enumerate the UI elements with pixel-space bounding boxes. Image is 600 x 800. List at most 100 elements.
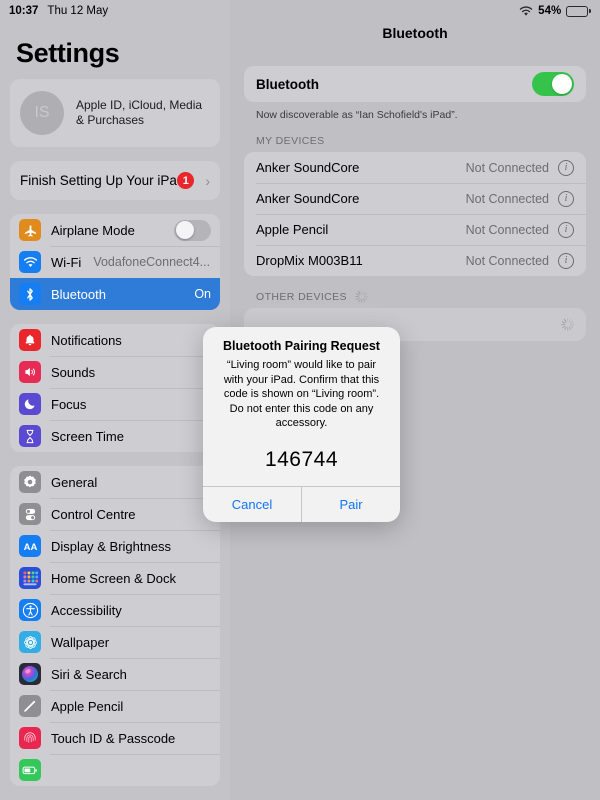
speaker-icon bbox=[19, 361, 41, 383]
sidebar-item-label: Bluetooth bbox=[51, 286, 106, 302]
moon-icon bbox=[19, 393, 41, 415]
table-row[interactable]: Apple Pencil Not Connected i bbox=[244, 214, 586, 245]
sidebar-item-label: Home Screen & Dock bbox=[51, 570, 176, 586]
apple-id-line1: Apple ID, iCloud, Media bbox=[76, 98, 203, 112]
apple-id-line2: & Purchases bbox=[76, 113, 145, 127]
info-icon[interactable]: i bbox=[558, 190, 574, 207]
sidebar-item-wi-fi[interactable]: Wi-Fi VodafoneConnect4... bbox=[10, 246, 220, 278]
ipad-settings-screen: 10:37 Thu 12 May 54% Settings IS Apple I… bbox=[0, 0, 600, 800]
sidebar-item-screen-time[interactable]: Screen Time bbox=[10, 420, 220, 452]
pairing-code: 146744 bbox=[264, 447, 339, 471]
avatar: IS bbox=[20, 91, 64, 135]
activity-spinner-icon bbox=[561, 318, 575, 331]
device-name: DropMix M003B11 bbox=[256, 253, 363, 268]
svg-text:AA: AA bbox=[23, 542, 37, 553]
sidebar-item-home-screen-dock[interactable]: Home Screen & Dock bbox=[10, 562, 220, 594]
status-badge: 1 bbox=[177, 172, 195, 189]
apple-id-row[interactable]: IS Apple ID, iCloud, Media & Purchases bbox=[10, 79, 220, 147]
my-devices-header-label: MY DEVICES bbox=[256, 135, 325, 147]
battery-icon bbox=[566, 5, 591, 17]
sidebar-item-touch-id-passcode[interactable]: Touch ID & Passcode bbox=[10, 722, 220, 754]
table-row[interactable]: DropMix M003B11 Not Connected i bbox=[244, 245, 586, 276]
detail-title: Bluetooth bbox=[382, 25, 448, 41]
hourglass-icon bbox=[19, 425, 41, 447]
sidebar-item-label: Airplane Mode bbox=[51, 222, 135, 238]
sliders-icon bbox=[19, 503, 41, 525]
sidebar-groups: Airplane Mode Wi-Fi VodafoneConnect4... Blu… bbox=[10, 214, 220, 786]
table-row[interactable]: Anker SoundCore Not Connected i bbox=[244, 152, 586, 183]
info-icon[interactable]: i bbox=[558, 159, 574, 176]
sidebar-item-siri-search[interactable]: Siri & Search bbox=[10, 658, 220, 690]
discoverable-note: Now discoverable as “Ian Schofield's iPa… bbox=[256, 109, 458, 121]
sidebar-item-notifications[interactable]: Notifications bbox=[10, 324, 220, 356]
device-name: Apple Pencil bbox=[256, 222, 329, 237]
sidebar-item-focus[interactable]: Focus bbox=[10, 388, 220, 420]
sidebar-item-accessibility[interactable]: Accessibility bbox=[10, 594, 220, 626]
wifi-icon bbox=[19, 251, 41, 273]
info-icon[interactable]: i bbox=[558, 221, 574, 238]
my-devices-header: MY DEVICES bbox=[256, 135, 586, 147]
other-devices-header-label: OTHER DEVICES bbox=[256, 290, 347, 303]
cancel-button[interactable]: Cancel bbox=[203, 487, 301, 522]
device-status: Not Connected bbox=[465, 253, 549, 268]
sidebar-item-label: General bbox=[51, 474, 98, 490]
sidebar-item-sounds[interactable]: Sounds bbox=[10, 356, 220, 388]
apple-id-card[interactable]: IS Apple ID, iCloud, Media & Purchases bbox=[10, 79, 220, 147]
fingerprint-icon bbox=[19, 727, 41, 749]
chevron-right-icon: › bbox=[205, 172, 210, 189]
gear-icon bbox=[19, 471, 41, 493]
sidebar-item-label: Apple Pencil bbox=[51, 698, 124, 714]
bluetooth-toggle[interactable] bbox=[532, 72, 574, 96]
settings-sidebar: Settings IS Apple ID, iCloud, Media & Pu… bbox=[0, 0, 230, 800]
sidebar-item-apple-pencil[interactable]: Apple Pencil bbox=[10, 690, 220, 722]
sidebar-item-label: Wi-Fi bbox=[51, 254, 82, 270]
bluetooth-pairing-dialog: Bluetooth Pairing Request “Living room” … bbox=[203, 327, 400, 522]
status-bar-right: 54% bbox=[519, 5, 600, 17]
bell-icon bbox=[19, 329, 41, 351]
finish-setup-card[interactable]: Finish Setting Up Your iPad 1 › bbox=[10, 161, 220, 200]
sidebar-item-item[interactable] bbox=[10, 754, 220, 786]
wallpaper-icon bbox=[19, 631, 41, 653]
status-bar-left: 10:37 Thu 12 May bbox=[0, 5, 108, 17]
apple-id-label: Apple ID, iCloud, Media & Purchases bbox=[76, 98, 202, 128]
device-name: Anker SoundCore bbox=[256, 160, 360, 175]
table-row[interactable]: Anker SoundCore Not Connected i bbox=[244, 183, 586, 214]
status-date: Thu 12 May bbox=[47, 5, 109, 17]
dialog-body: Bluetooth Pairing Request “Living room” … bbox=[203, 327, 400, 486]
sidebar-item-value: VodafoneConnect4... bbox=[93, 255, 211, 269]
bluetooth-toggle-row[interactable]: Bluetooth bbox=[244, 66, 586, 102]
sidebar-item-label: Screen Time bbox=[51, 428, 124, 444]
page-title: Settings bbox=[16, 38, 120, 68]
bluetooth-toggle-card: Bluetooth bbox=[244, 66, 586, 102]
sidebar-item-general[interactable]: General bbox=[10, 466, 220, 498]
bluetooth-icon bbox=[19, 283, 41, 305]
sidebar-group: Airplane Mode Wi-Fi VodafoneConnect4... Blu… bbox=[10, 214, 220, 310]
sidebar-item-label: Control Centre bbox=[51, 506, 136, 522]
sidebar-item-label: Wallpaper bbox=[51, 634, 110, 650]
sidebar-item-airplane-mode[interactable]: Airplane Mode bbox=[10, 214, 220, 246]
bluetooth-label: Bluetooth bbox=[256, 76, 319, 92]
pair-button[interactable]: Pair bbox=[301, 486, 400, 522]
sidebar-item-wallpaper[interactable]: Wallpaper bbox=[10, 626, 220, 658]
info-icon[interactable]: i bbox=[558, 252, 574, 269]
pencil-icon bbox=[19, 695, 41, 717]
airplane-mode-toggle[interactable] bbox=[174, 219, 211, 241]
finish-setup-label: Finish Setting Up Your iPad bbox=[20, 173, 185, 188]
accessibility-icon bbox=[19, 599, 41, 621]
dialog-title: Bluetooth Pairing Request bbox=[223, 339, 380, 353]
sidebar-item-label: Display & Brightness bbox=[51, 538, 171, 554]
my-devices-list: Anker SoundCore Not Connected i Anker Sound… bbox=[244, 152, 586, 276]
activity-spinner-icon bbox=[355, 290, 369, 303]
airplane-icon bbox=[19, 219, 41, 241]
sidebar-item-control-centre[interactable]: Control Centre bbox=[10, 498, 220, 530]
device-name: Anker SoundCore bbox=[256, 191, 360, 206]
sidebar-item-label: Touch ID & Passcode bbox=[51, 730, 176, 746]
status-time: 10:37 bbox=[9, 5, 39, 17]
device-status: Not Connected bbox=[465, 191, 549, 206]
sidebar-item-label: Accessibility bbox=[51, 602, 122, 618]
finish-setup-row[interactable]: Finish Setting Up Your iPad 1 › bbox=[10, 161, 220, 200]
sidebar-item-display-brightness[interactable]: AA Display & Brightness bbox=[10, 530, 220, 562]
sidebar-item-bluetooth[interactable]: Bluetooth On bbox=[10, 278, 220, 310]
sidebar-group: General Control Centre AA Display & Brightn… bbox=[10, 466, 220, 786]
wifi-icon bbox=[519, 5, 533, 16]
